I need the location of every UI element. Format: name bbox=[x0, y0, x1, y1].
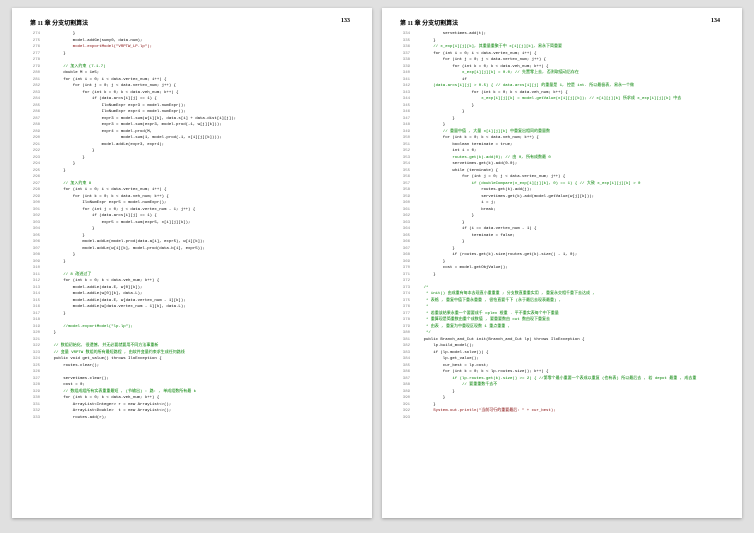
page-number: 134 bbox=[711, 18, 720, 27]
chapter-title: 第 11 章 分支切割算法 bbox=[400, 18, 458, 27]
chapter-title: 第 11 章 分支切割算法 bbox=[30, 18, 88, 27]
page-left: 第 11 章 分支切割算法 133 274 } 275 model.addGe(… bbox=[12, 8, 372, 518]
code-listing-left: 274 } 275 model.addGe(sumy0, data.num); … bbox=[26, 31, 354, 421]
code-listing-right: 334 servetimes.add(t); 335 } 336 // x_ex… bbox=[396, 31, 724, 421]
page-right: 第 11 章 分支切割算法 134 334 servetimes.add(t);… bbox=[382, 8, 742, 518]
page-header: 第 11 章 分支切割算法 133 bbox=[26, 18, 354, 27]
page-header: 第 11 章 分支切割算法 134 bbox=[396, 18, 724, 27]
page-number: 133 bbox=[341, 18, 350, 27]
